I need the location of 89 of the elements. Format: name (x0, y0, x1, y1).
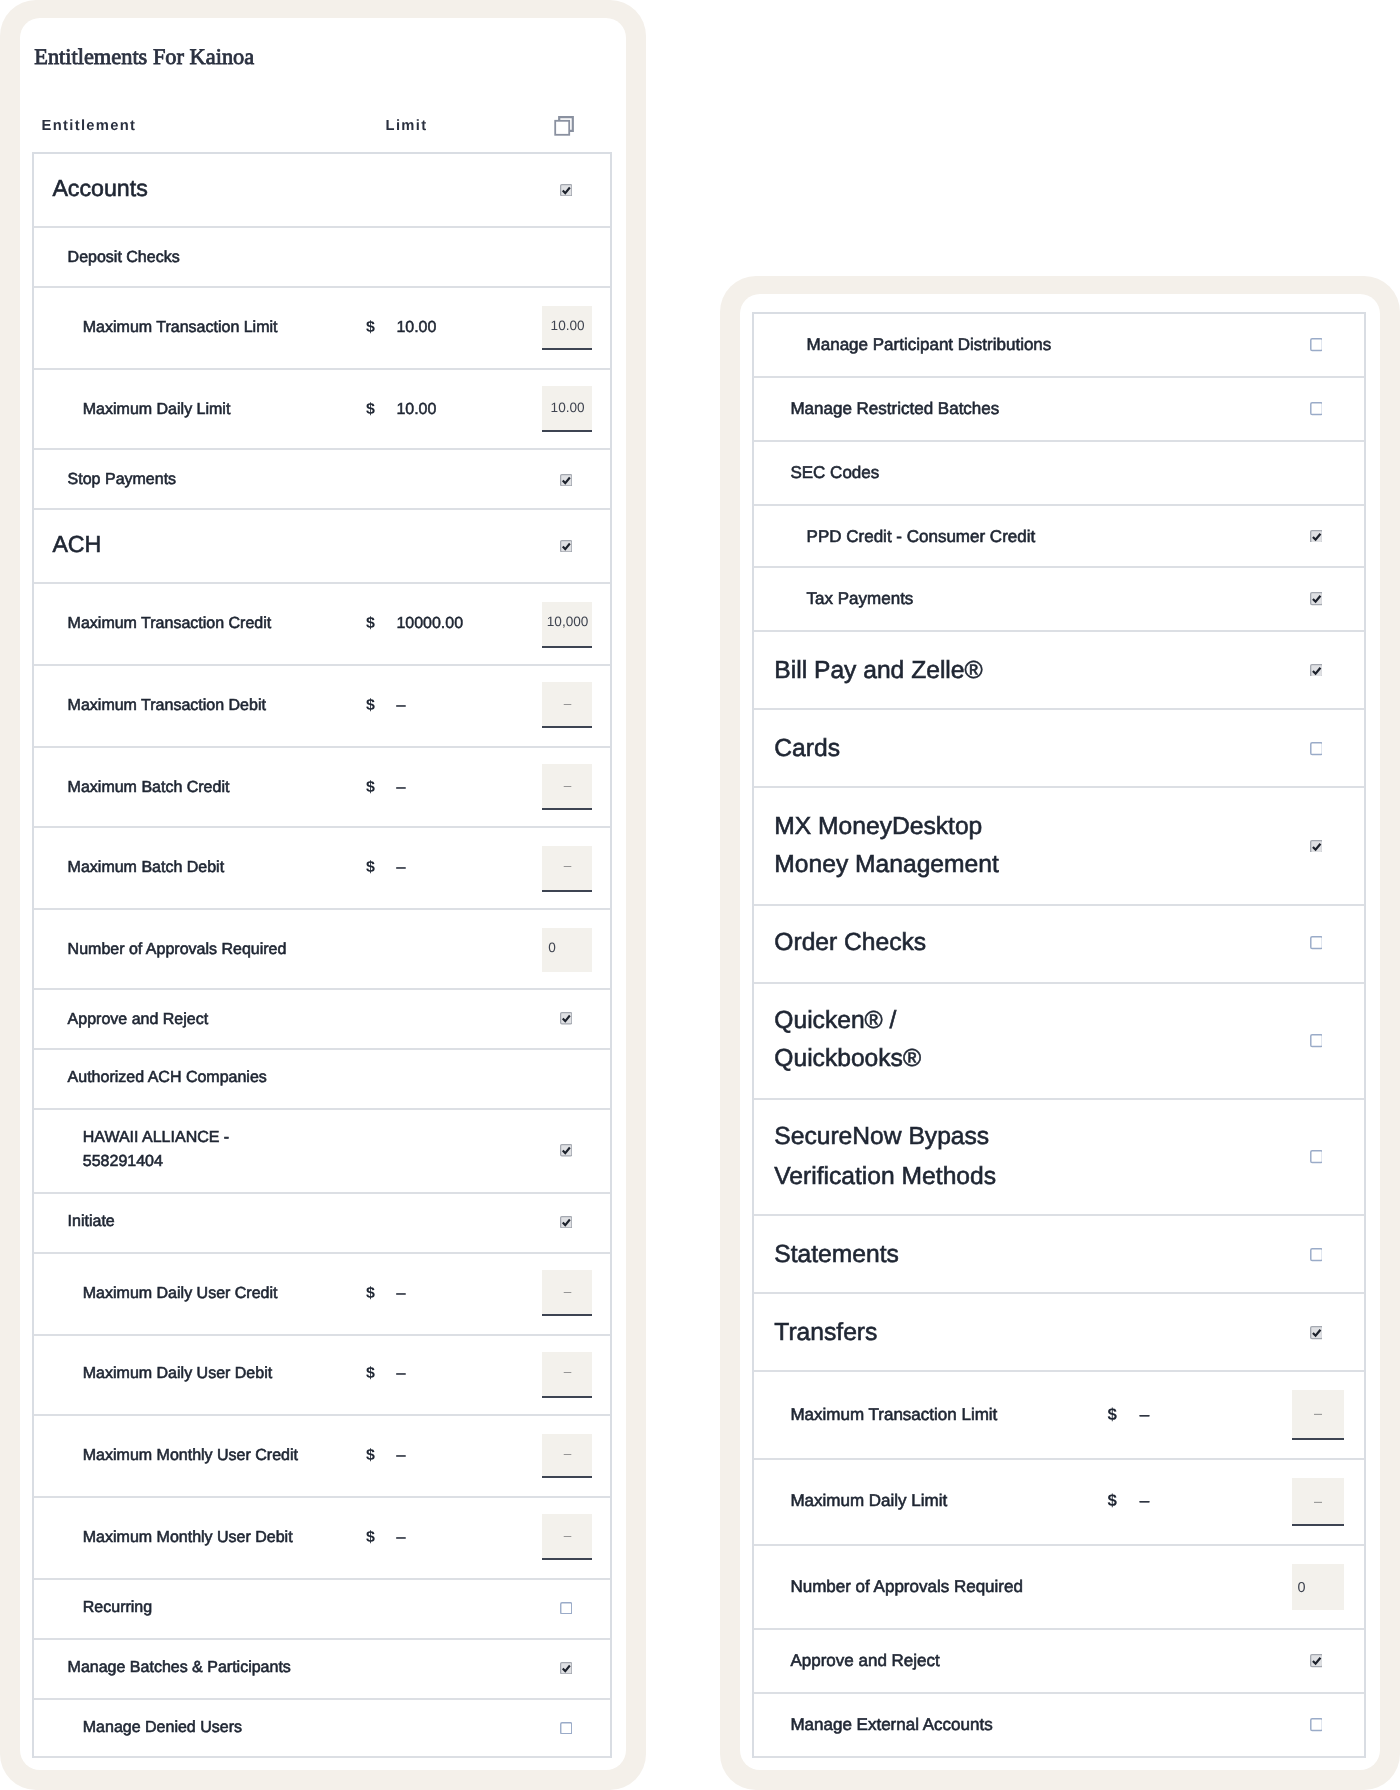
stacked-squares-icon[interactable] (553, 116, 574, 137)
entitlement-label: Approve and Reject (790, 1648, 940, 1674)
currency-symbol: $ (366, 1525, 375, 1550)
limit-value: – (396, 693, 406, 718)
checkbox[interactable] (559, 1012, 573, 1026)
limit-value: – (396, 775, 406, 800)
section-title: Cards (774, 731, 840, 766)
limit-value: – (396, 1444, 406, 1469)
checkbox[interactable] (559, 1721, 573, 1735)
entitlement-label: SEC Codes (790, 459, 880, 486)
entitlement-label: Manage Denied Users (82, 1715, 242, 1740)
entitlement-label: Maximum Daily User Debit (82, 1362, 273, 1387)
section-title: MX MoneyDesktop Money Management (774, 809, 1001, 882)
limit-value: 10000.00 (396, 612, 464, 637)
limit-value: 10.00 (396, 315, 437, 340)
section-title: Quicken® / Quickbooks® (774, 1004, 924, 1077)
currency-symbol: $ (1107, 1402, 1117, 1428)
limit-value: – (396, 1525, 406, 1550)
currency-symbol: $ (366, 612, 375, 637)
panel-title: Entitlements For Kainoa (34, 45, 255, 73)
section-title: Transfers (774, 1315, 878, 1350)
entitlement-label: Manage External Accounts (790, 1711, 993, 1738)
currency-symbol: $ (366, 315, 375, 340)
checkbox[interactable] (1309, 1654, 1323, 1668)
limit-value: – (1139, 1402, 1150, 1428)
checkbox[interactable] (1309, 1718, 1323, 1732)
checkbox[interactable] (559, 473, 573, 487)
entitlement-label: Maximum Transaction Limit (790, 1402, 998, 1428)
entitlement-label: Approve and Reject (67, 1007, 209, 1032)
limit-value: – (396, 856, 406, 881)
section-title: Bill Pay and Zelle® (774, 653, 983, 688)
entitlement-label: Authorized ACH Companies (67, 1066, 267, 1091)
checkbox[interactable] (559, 1216, 573, 1229)
entitlement-label: Number of Approvals Required (67, 937, 287, 962)
entitlement-label: Manage Restricted Batches (790, 396, 1000, 422)
checkbox[interactable] (1309, 338, 1323, 353)
entitlement-label: Maximum Transaction Limit (82, 315, 278, 340)
entitlement-label: Maximum Batch Debit (67, 856, 225, 881)
currency-symbol: $ (366, 693, 375, 718)
entitlement-label: Recurring (82, 1596, 153, 1621)
checkbox[interactable] (1309, 402, 1323, 416)
checkbox[interactable] (1309, 1326, 1323, 1340)
limit-value: – (396, 1362, 406, 1387)
checkbox[interactable] (559, 1144, 573, 1158)
entitlement-label: Maximum Batch Credit (67, 775, 230, 800)
checkbox[interactable] (1309, 592, 1323, 607)
checkbox[interactable] (559, 1661, 573, 1675)
entitlement-label: Tax Payments (806, 586, 914, 613)
checkbox[interactable] (1309, 1247, 1323, 1261)
entitlement-label: Stop Payments (67, 467, 177, 492)
entitlement-label: Maximum Monthly User Credit (82, 1444, 298, 1469)
section-title: Statements (774, 1237, 899, 1272)
entitlement-label: Maximum Transaction Credit (67, 612, 272, 637)
entitlement-label: HAWAII ALLIANCE - 558291404 (82, 1126, 232, 1175)
section-title: Order Checks (774, 926, 927, 961)
currency-symbol: $ (366, 1444, 375, 1469)
limit-value: 10.00 (396, 397, 437, 422)
entitlement-label: Manage Batches & Participants (67, 1656, 291, 1681)
section-title: SecureNow Bypass Verification Methods (774, 1120, 999, 1194)
checkbox[interactable] (1309, 1150, 1323, 1164)
section-title: Accounts (52, 174, 148, 207)
entitlement-label: Maximum Daily Limit (790, 1488, 948, 1515)
currency-symbol: $ (1107, 1488, 1117, 1515)
limit-value: – (396, 1281, 406, 1306)
currency-symbol: $ (366, 1281, 375, 1306)
checkbox[interactable] (1309, 741, 1323, 756)
currency-symbol: $ (366, 856, 375, 881)
checkbox[interactable] (1309, 663, 1323, 677)
entitlement-label: Initiate (67, 1210, 115, 1235)
entitlement-label: Maximum Transaction Debit (67, 693, 266, 718)
entitlement-label: Maximum Daily Limit (82, 397, 231, 422)
entitlement-label: Deposit Checks (67, 245, 180, 270)
checkbox[interactable] (559, 540, 573, 553)
section-title: ACH (52, 530, 102, 563)
currency-symbol: $ (366, 775, 375, 800)
checkbox[interactable] (1309, 1033, 1323, 1048)
currency-symbol: $ (366, 1362, 375, 1387)
entitlement-label: Maximum Monthly User Debit (82, 1525, 293, 1550)
checkbox[interactable] (559, 1601, 573, 1615)
entitlement-label: Number of Approvals Required (790, 1574, 1023, 1600)
limit-value: – (1139, 1488, 1150, 1515)
checkbox[interactable] (559, 184, 573, 197)
entitlement-label: PPD Credit - Consumer Credit (806, 523, 1036, 549)
checkbox[interactable] (1309, 936, 1323, 950)
entitlement-label: Manage Participant Distributions (806, 332, 1052, 359)
checkbox[interactable] (1309, 839, 1323, 853)
currency-symbol: $ (366, 397, 375, 422)
entitlement-label: Maximum Daily User Credit (82, 1281, 278, 1306)
checkbox[interactable] (1309, 529, 1323, 543)
